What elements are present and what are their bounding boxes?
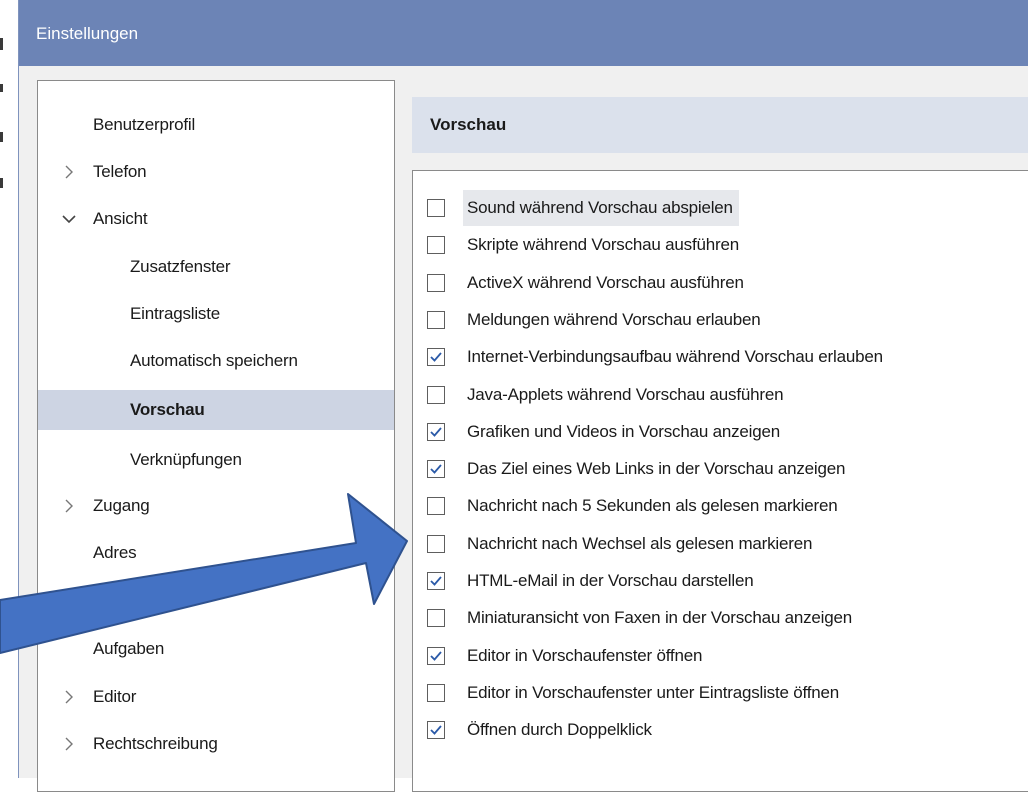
annotation-arrow: [0, 493, 408, 654]
